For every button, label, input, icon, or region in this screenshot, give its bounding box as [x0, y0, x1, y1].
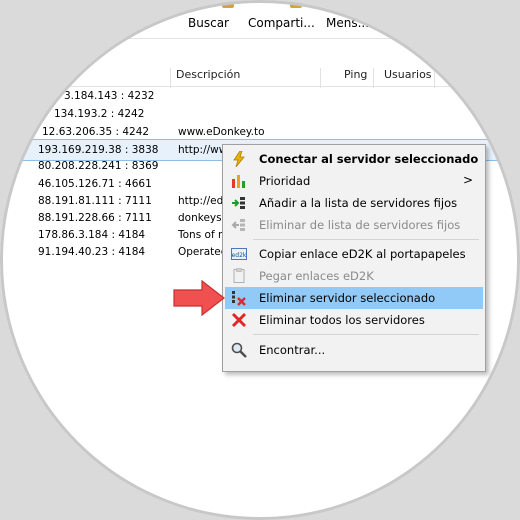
menu-item-delete-all[interactable]: Eliminar todos los servidores	[225, 309, 483, 331]
server-description: http://ww	[178, 144, 228, 156]
server-address: 88.191.228.66 : 7111	[38, 212, 152, 224]
toolbar-buscar-button[interactable]: Buscar	[188, 16, 229, 30]
delete-server-icon	[232, 291, 246, 306]
menu-item-label: Conectar al servidor seleccionado	[259, 152, 479, 166]
svg-text:ed2k: ed2k	[232, 252, 247, 259]
lightning-icon	[233, 151, 245, 167]
toolbar-divider	[0, 38, 520, 39]
menu-separator	[253, 239, 479, 240]
server-address: 178.86.3.184 : 4184	[38, 229, 146, 241]
toolbar-partial-icon-2	[290, 0, 302, 8]
server-description: http://edl	[178, 195, 227, 207]
column-ping[interactable]: Ping	[344, 68, 367, 81]
magnifier-icon	[231, 342, 247, 358]
server-address: 3.184.143 : 4232	[64, 90, 155, 102]
menu-item-remove-static[interactable]: Eliminar de lista de servidores fijos	[225, 214, 483, 236]
server-address: 12.63.206.35 : 4242	[42, 126, 150, 138]
menu-item-label: Eliminar servidor seleccionado	[259, 291, 436, 305]
menu-item-add-static[interactable]: Añadir a la lista de servidores fijos	[225, 192, 483, 214]
server-list-header: Descripción Ping Usuarios	[0, 62, 520, 88]
ed2k-link-icon: ed2k	[231, 248, 247, 260]
toolbar-compartir-button[interactable]: Comparti...	[248, 16, 315, 30]
ed2k-paste-icon	[233, 268, 245, 283]
add-list-icon	[232, 197, 245, 209]
menu-separator	[253, 334, 479, 335]
context-menu: Conectar al servidor seleccionado Priori…	[222, 144, 486, 372]
column-usuarios[interactable]: Usuarios	[384, 68, 432, 81]
bar-chart-icon	[232, 175, 245, 188]
menu-item-label: Añadir a la lista de servidores fijos	[259, 196, 458, 210]
menu-item-label: Encontrar...	[259, 343, 326, 357]
menu-item-delete-selected[interactable]: Eliminar servidor seleccionado	[225, 287, 483, 309]
menu-item-priority[interactable]: Prioridad >	[225, 170, 483, 192]
server-address: 91.194.40.23 : 4184	[38, 246, 146, 258]
magnified-view: Buscar Comparti... Mens... Descripción P…	[0, 0, 520, 520]
menu-item-connect[interactable]: Conectar al servidor seleccionado	[225, 148, 483, 170]
server-address: 88.191.81.111 : 7111	[38, 195, 152, 207]
menu-item-label: Copiar enlace eD2K al portapapeles	[259, 247, 466, 261]
remove-list-icon	[231, 219, 245, 231]
server-address: 80.208.228.241 : 8369	[38, 160, 159, 172]
menu-item-label: Eliminar de lista de servidores fijos	[259, 218, 461, 232]
menu-item-label: Pegar enlaces eD2K	[259, 269, 374, 283]
toolbar-mensajes-button[interactable]: Mens...	[326, 16, 369, 30]
server-address: 134.193.2 : 4242	[54, 108, 145, 120]
menu-item-paste-links[interactable]: Pegar enlaces eD2K	[225, 265, 483, 287]
toolbar-partial-icon	[222, 0, 234, 8]
red-x-icon	[231, 312, 247, 328]
submenu-arrow-icon: >	[462, 173, 473, 187]
menu-item-label: Eliminar todos los servidores	[259, 313, 425, 327]
server-description: Operated	[178, 246, 228, 258]
server-description: Tons of m	[178, 229, 229, 241]
menu-item-label: Prioridad	[259, 174, 311, 188]
pointer-arrow-icon	[173, 279, 225, 317]
server-address: 193.169.219.38 : 3838	[38, 144, 159, 156]
menu-item-copy-link[interactable]: ed2k Copiar enlace eD2K al portapapeles	[225, 243, 483, 265]
server-address: 46.105.126.71 : 4661	[38, 178, 152, 190]
server-description: www.eDonkey.to	[178, 126, 265, 138]
column-descripcion[interactable]: Descripción	[176, 68, 240, 81]
menu-item-find[interactable]: Encontrar...	[225, 339, 483, 361]
